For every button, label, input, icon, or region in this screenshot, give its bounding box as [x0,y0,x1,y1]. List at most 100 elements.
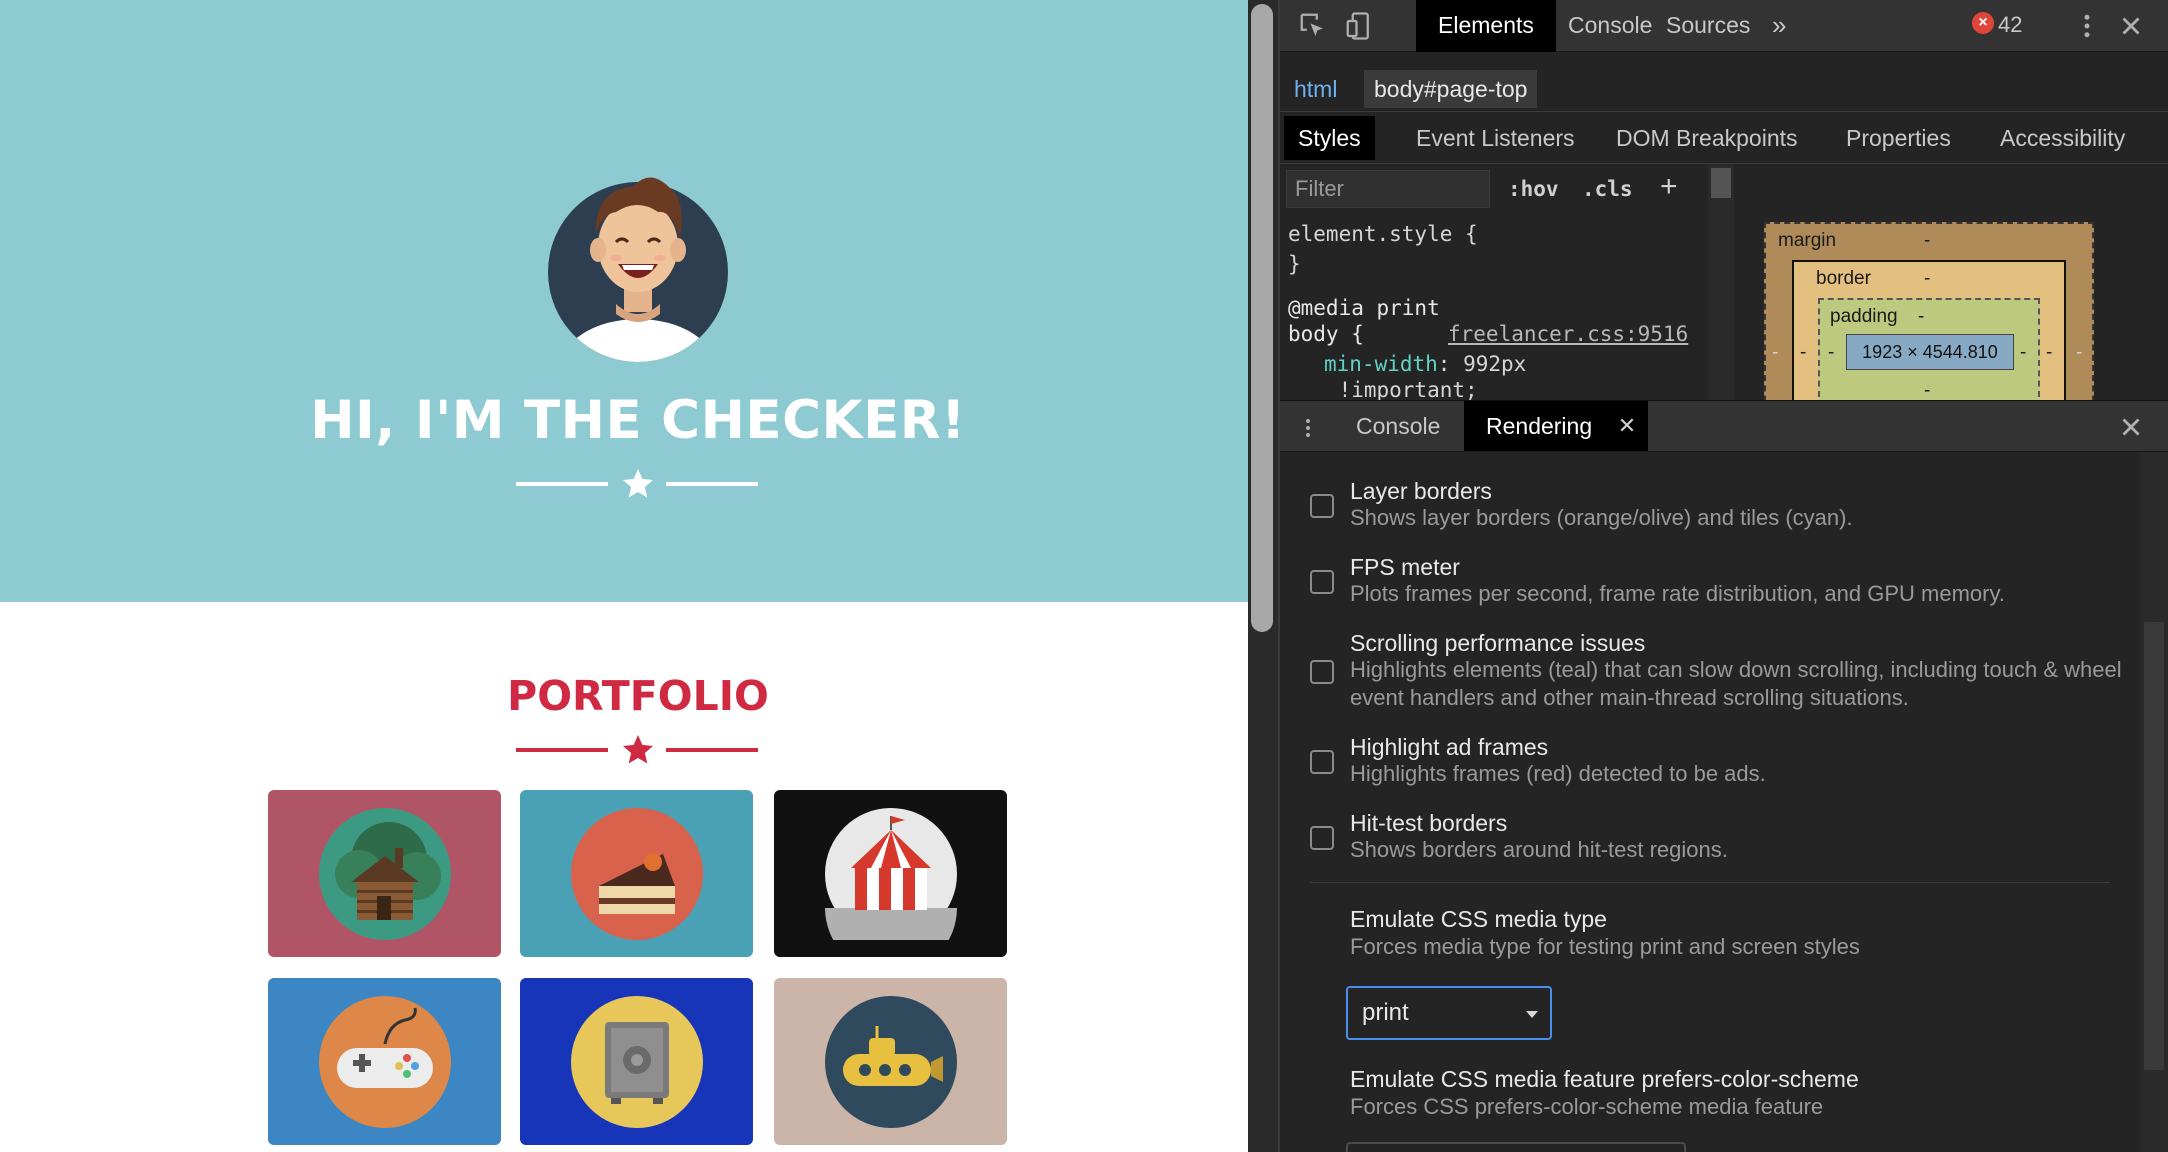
code-line: !important; [1288,378,1478,400]
emulate-scheme-title: Emulate CSS media feature prefers-color-… [1350,1066,1859,1092]
rendering-panel: Layer borders Shows layer borders (orang… [1280,452,2140,1152]
box-model-pane: margin - border - padding - 1923 × 4544.… [1734,164,2168,400]
tab-elements[interactable]: Elements [1416,0,1556,52]
drawer-tab-rendering[interactable]: Rendering ✕ [1464,401,1649,451]
class-toggle[interactable]: .cls [1582,170,1633,208]
emulate-media-title: Emulate CSS media type [1350,906,1607,932]
submarine-icon [824,995,957,1128]
device-toolbar-icon[interactable] [1344,11,1374,41]
fps-meter-checkbox[interactable] [1310,570,1334,594]
margin-value[interactable]: - [1924,230,1930,252]
divider [1310,882,2110,883]
option-layer-borders[interactable]: Layer borders Shows layer borders (orang… [1310,478,2130,538]
cake-icon [570,807,703,940]
emulate-media-description: Forces media type for testing print and … [1350,934,1860,959]
source-link[interactable]: freelancer.css:9516 [1448,322,1688,346]
page-viewport: HI, I'M THE CHECKER! PORTFOLIO [0,0,1248,1152]
drawer-menu-icon[interactable] [1296,413,1320,443]
hit-test-borders-checkbox[interactable] [1310,826,1334,850]
layer-borders-checkbox[interactable] [1310,494,1334,518]
option-title: Hit-test borders [1350,810,1508,836]
devtools-toolbar: Elements Console Sources » × 42 [1280,0,2168,52]
scrolling-performance-checkbox[interactable] [1310,660,1334,684]
code-line: element.style { [1288,222,1478,246]
option-description: Highlights elements (teal) that can slow… [1350,657,2122,710]
padding-value[interactable]: - [1918,306,1924,328]
option-title: Scrolling performance issues [1350,630,1646,656]
portfolio-item-submarine[interactable] [774,978,1007,1145]
option-fps-meter[interactable]: FPS meter Plots frames per second, frame… [1310,554,2130,614]
margin-right-value[interactable]: - [2076,342,2082,364]
tab-dom-breakpoints[interactable]: DOM Breakpoints [1602,116,1812,160]
inspect-element-icon[interactable] [1298,11,1328,41]
padding-right-value[interactable]: - [2020,342,2026,364]
star-icon [623,469,653,498]
option-scrolling-performance[interactable]: Scrolling performance issues Highlights … [1310,630,2130,718]
error-icon[interactable]: × [1972,12,1994,34]
option-title: Highlight ad frames [1350,734,1549,760]
option-description: Shows borders around hit-test regions. [1350,837,1728,862]
hover-state-toggle[interactable]: :hov [1508,170,1559,208]
option-hit-test-borders[interactable]: Hit-test borders Shows borders around hi… [1310,810,2130,870]
media-type-value: print [1362,999,1409,1026]
close-icon[interactable] [2116,11,2146,41]
drawer-tab-console[interactable]: Console [1334,401,1462,451]
border-label: border [1816,268,1871,289]
close-tab-icon[interactable]: ✕ [1618,401,1636,451]
rendering-scrollbar[interactable] [2140,452,2168,1152]
style-property[interactable]: min-width: 992px [1324,352,1526,376]
portfolio-item-safe[interactable] [520,978,753,1145]
portfolio-item-circus-tent[interactable] [774,790,1007,957]
border-value[interactable]: - [1924,268,1930,290]
option-title: FPS meter [1350,554,1460,580]
new-style-rule-button[interactable]: + [1660,168,1678,206]
close-drawer-icon[interactable] [2116,412,2146,442]
avatar [548,177,728,362]
page-scrollbar-thumb[interactable] [1251,4,1273,632]
option-description: Shows layer borders (orange/olive) and t… [1350,505,1853,530]
border-right-value[interactable]: - [2046,342,2052,364]
portfolio-title: PORTFOLIO [507,672,769,720]
margin-left-value[interactable]: - [1772,342,1778,364]
error-count[interactable]: 42 [1998,0,2022,50]
option-highlight-ad-frames[interactable]: Highlight ad frames Highlights frames (r… [1310,734,2130,794]
property-value: : 992px [1437,352,1527,376]
portfolio-item-cabin[interactable] [268,790,501,957]
more-tabs-button[interactable]: » [1750,0,1808,52]
code-line: } [1288,252,1301,276]
styles-pane: Filter :hov .cls + element.style { } @me… [1280,164,1708,400]
media-type-select[interactable]: print [1346,986,1552,1040]
styles-filter-input[interactable]: Filter [1286,170,1490,208]
tab-properties[interactable]: Properties [1832,116,1965,160]
breadcrumb-html[interactable]: html [1284,70,1347,108]
portfolio-item-game-controller[interactable] [268,978,501,1145]
option-description: Plots frames per second, frame rate dist… [1350,581,2005,606]
tab-accessibility[interactable]: Accessibility [1986,116,2139,160]
tab-event-listeners[interactable]: Event Listeners [1402,116,1589,160]
emulate-scheme-description: Forces CSS prefers-color-scheme media fe… [1350,1094,1824,1119]
margin-label: margin [1778,230,1837,251]
star-icon [623,735,653,764]
code-line: body { [1288,322,1364,346]
drawer-toolbar: Console Rendering ✕ [1280,400,2168,452]
kebab-menu-icon[interactable] [2072,11,2102,41]
border-left-value[interactable]: - [1800,342,1806,364]
elements-subtabs: Styles Event Listeners DOM Breakpoints P… [1280,112,2168,164]
box-model-content[interactable]: 1923 × 4544.810 [1846,334,2014,370]
tab-styles[interactable]: Styles [1284,116,1375,160]
styles-scrollbar[interactable] [1708,164,1734,400]
breadcrumb-body[interactable]: body#page-top [1364,70,1538,108]
padding-left-value[interactable]: - [1828,342,1834,364]
color-scheme-select[interactable] [1346,1142,1686,1152]
game-controller-icon [318,995,451,1128]
portfolio-divider [0,730,1248,770]
portfolio-item-cake[interactable] [520,790,753,957]
circus-tent-icon [824,807,957,940]
hero-title: HI, I'M THE CHECKER! [310,390,966,451]
option-title: Layer borders [1350,478,1492,504]
padding-bottom-value[interactable]: - [1924,380,1930,400]
property-name: min-width [1324,352,1438,376]
cabin-icon [318,807,451,940]
highlight-ad-frames-checkbox[interactable] [1310,750,1334,774]
safe-icon [570,995,703,1128]
